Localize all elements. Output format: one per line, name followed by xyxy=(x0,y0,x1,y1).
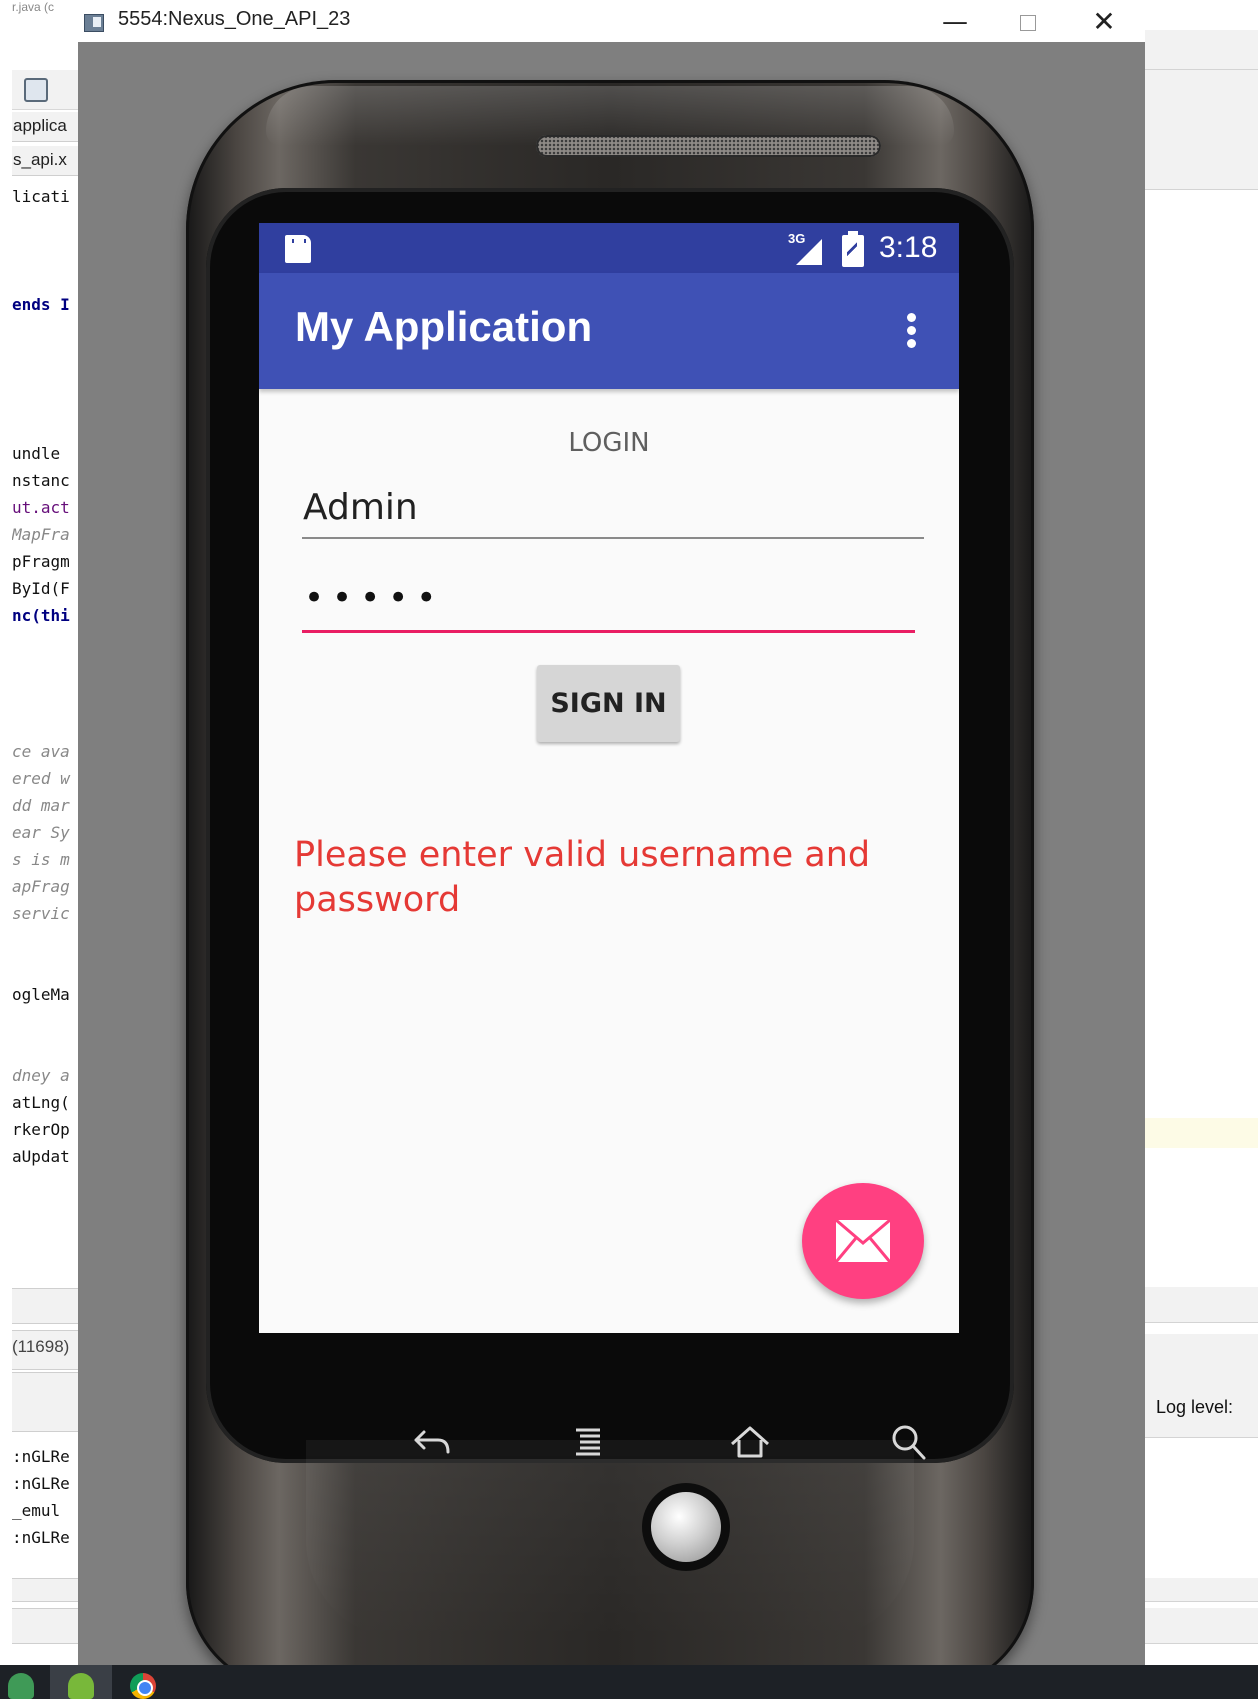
code-comment-line: ce ava xyxy=(12,742,70,761)
app-title: My Application xyxy=(295,303,593,350)
mail-icon xyxy=(835,1219,891,1263)
current-line-highlight xyxy=(1142,1118,1258,1148)
logcat-toolbar xyxy=(12,1372,84,1432)
desktop: r.java (c applica s_api.x licati ends I … xyxy=(0,0,1258,1699)
log-line: _emul xyxy=(12,1501,61,1520)
ide-right-toolbar xyxy=(1142,30,1258,70)
code-comment-line: ear Sy xyxy=(12,823,70,842)
code-line: MapFra xyxy=(12,525,70,544)
battery-charging-icon xyxy=(842,231,864,267)
log-line: :nGLRe xyxy=(12,1528,70,1547)
log-line: :nGLRe xyxy=(12,1447,70,1466)
ide-right-status xyxy=(1142,1578,1258,1602)
ide-title-fragment: r.java (c xyxy=(12,0,55,14)
emulator-window-icon xyxy=(84,14,104,32)
ide-status-bar xyxy=(12,1578,84,1602)
code-line: undle xyxy=(12,444,61,463)
code-line: atLng( xyxy=(12,1093,70,1112)
status-bar: 3G 3:18 xyxy=(259,223,959,273)
code-line: ById(F xyxy=(12,579,70,598)
back-icon xyxy=(414,1430,450,1454)
menu-icon xyxy=(576,1428,600,1456)
sign-in-button[interactable]: SIGN IN xyxy=(537,665,680,742)
code-comment-line: apFrag xyxy=(12,877,70,896)
home-key[interactable] xyxy=(720,1418,780,1474)
ide-tab-api-xml[interactable]: s_api.x xyxy=(12,146,84,176)
code-line: licati xyxy=(12,187,70,206)
earpiece-speaker xyxy=(536,135,881,157)
code-line: rkerOp xyxy=(12,1120,70,1139)
trackball-surface xyxy=(651,1492,721,1562)
search-icon xyxy=(892,1425,926,1460)
error-message: Please enter valid username and password xyxy=(294,835,871,920)
search-key[interactable] xyxy=(880,1418,940,1474)
maximize-icon xyxy=(1020,14,1036,31)
logcat-output: :nGLRe :nGLRe _emul :nGLRe xyxy=(12,1443,84,1551)
code-line: ogleMa xyxy=(12,985,70,1004)
username-field[interactable]: Admin xyxy=(302,483,924,539)
close-button[interactable]: ✕ xyxy=(1074,4,1134,40)
ide-bottom-bar xyxy=(12,1608,84,1644)
code-comment-line: s is m xyxy=(12,850,70,869)
android-emulator-taskbar-icon[interactable] xyxy=(68,1673,94,1699)
code-comment-line: dd mar xyxy=(12,796,70,815)
ide-right-panel-header xyxy=(1142,1287,1258,1323)
code-block-low: ogleMa dney a atLng( rkerOp aUpdat xyxy=(12,981,84,1170)
code-line: aUpdat xyxy=(12,1147,70,1166)
project-structure-icon[interactable] xyxy=(24,78,48,102)
ide-right-bottom xyxy=(1142,1608,1258,1644)
login-heading: LOGIN xyxy=(568,428,650,458)
ide-tab-activity[interactable]: applica xyxy=(12,112,84,142)
log-line: :nGLRe xyxy=(12,1474,70,1493)
chrome-taskbar-icon[interactable] xyxy=(130,1673,156,1699)
code-block-mid: undle nstanc ut.act MapFra pFragm ById(F… xyxy=(12,440,84,629)
code-line: nc(thi xyxy=(12,606,70,625)
code-comment-line: ered w xyxy=(12,769,70,788)
menu-key[interactable] xyxy=(560,1418,620,1474)
overflow-dot xyxy=(907,339,916,348)
android-screen: 3G 3:18 My Application LOGIN Admin •••••… xyxy=(259,223,959,1333)
overflow-dot xyxy=(907,326,916,335)
process-selector[interactable]: (11698) xyxy=(12,1330,84,1370)
android-studio-taskbar-icon[interactable] xyxy=(8,1673,34,1699)
ide-panel-header xyxy=(12,1288,84,1324)
ide-right-logcat-toolbar xyxy=(1142,1334,1258,1438)
ide-window-left: r.java (c applica s_api.x licati ends I … xyxy=(0,0,84,1665)
overflow-dot xyxy=(907,313,916,322)
code-block-top: licati ends I xyxy=(12,183,84,318)
code-comment-line: servic xyxy=(12,904,70,923)
status-clock: 3:18 xyxy=(879,231,938,264)
emulator-titlebar[interactable]: 5554:Nexus_One_API_23 — ✕ xyxy=(78,0,1145,42)
back-key[interactable] xyxy=(400,1418,460,1474)
maximize-button[interactable] xyxy=(998,4,1058,40)
minimize-button[interactable]: — xyxy=(925,4,985,40)
signal-icon xyxy=(796,239,822,265)
overflow-menu-button[interactable] xyxy=(899,311,923,351)
emulator-window-title: 5554:Nexus_One_API_23 xyxy=(118,8,351,30)
sd-card-icon xyxy=(285,235,311,263)
taskbar xyxy=(0,1665,1258,1699)
app-toolbar: My Application xyxy=(259,273,959,389)
code-line: dney a xyxy=(12,1066,70,1085)
ide-right-breadcrumb xyxy=(1142,154,1258,190)
code-line: pFragm xyxy=(12,552,70,571)
ide-toolbar xyxy=(12,70,84,110)
code-line: ends I xyxy=(12,295,70,314)
code-comment-block: ce ava ered w dd mar ear Sy s is m apFra… xyxy=(12,738,84,927)
password-field[interactable]: ••••• xyxy=(302,573,915,633)
code-line: nstanc xyxy=(12,471,70,490)
ide-window-right: Log level: xyxy=(1142,14,1258,1665)
code-line: ut.act xyxy=(12,498,70,517)
trackball[interactable] xyxy=(642,1483,730,1571)
home-icon xyxy=(731,1426,769,1458)
mail-fab-button[interactable] xyxy=(802,1183,924,1299)
log-level-label: Log level: xyxy=(1156,1397,1234,1417)
